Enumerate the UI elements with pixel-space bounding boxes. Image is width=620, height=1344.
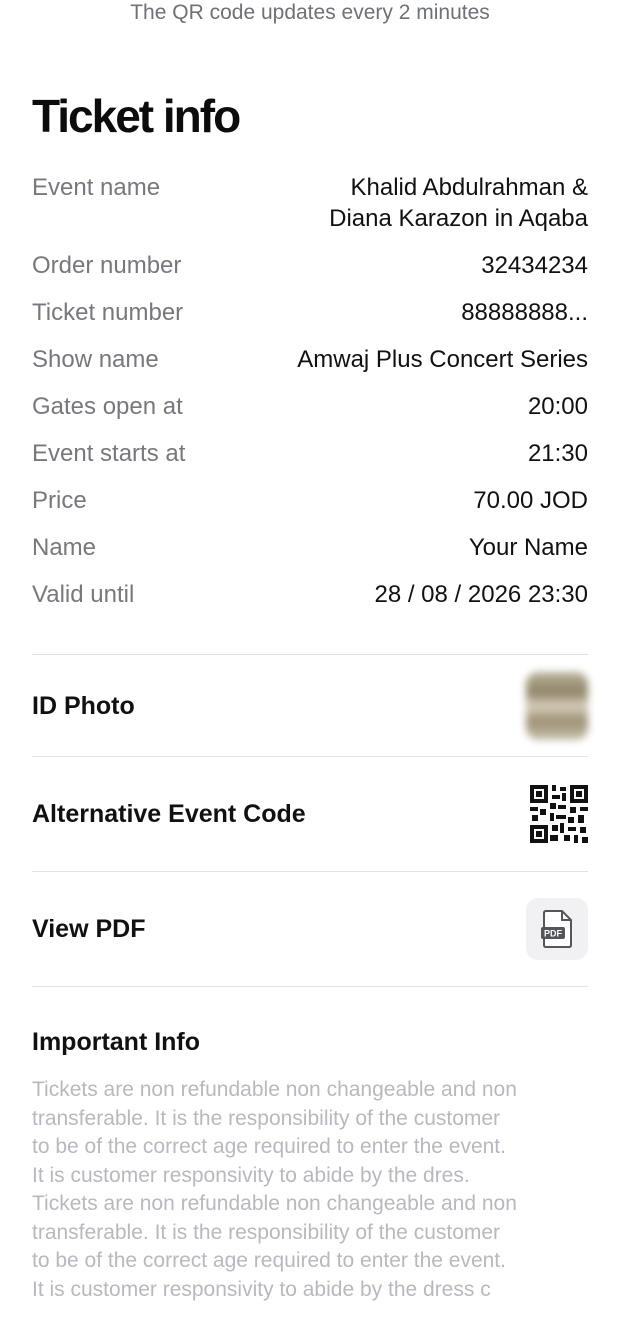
info-row-ticket-number: Ticket number 88888888... [32, 297, 588, 328]
pdf-file-icon: PDF [541, 910, 572, 948]
info-row-show-name: Show name Amwaj Plus Concert Series [32, 344, 588, 375]
ticket-info-title: Ticket info [32, 90, 241, 142]
info-value: Your Name [468, 534, 588, 561]
info-value: Amwaj Plus Concert Series [297, 346, 588, 373]
info-label: Ticket number [32, 299, 184, 326]
info-label: Show name [32, 346, 159, 373]
info-label: Price [32, 487, 87, 514]
info-row-gates-open: Gates open at 20:00 [32, 391, 588, 422]
info-row-order-number: Order number 32434234 [32, 250, 588, 281]
id-photo-thumbnail[interactable] [526, 672, 588, 740]
info-row-name: Name Your Name [32, 532, 588, 563]
ticket-card: The QR code updates every 2 minutes Tick… [0, 0, 620, 1344]
info-value: 21:30 [527, 440, 588, 467]
id-photo-label: ID Photo [32, 691, 135, 720]
divider [32, 654, 588, 655]
qr-update-note: The QR code updates every 2 minutes [130, 1, 490, 24]
important-info-title: Important Info [32, 1028, 201, 1056]
info-row-price: Price 70.00 JOD [32, 485, 588, 516]
info-label: Order number [32, 252, 182, 279]
info-label: Valid until [32, 581, 135, 608]
pdf-icon-text: PDF [544, 929, 563, 939]
info-label: Event name [32, 174, 161, 201]
view-pdf-button[interactable]: PDF [526, 898, 588, 960]
info-row-valid-until: Valid until 28 / 08 / 2026 23:30 [32, 579, 588, 610]
divider [32, 986, 588, 987]
info-value: 32434234 [481, 252, 588, 279]
info-value: 20:00 [527, 393, 588, 420]
info-row-event-name: Event name Khalid Abdulrahman & Diana Ka… [32, 172, 588, 234]
info-value: Khalid Abdulrahman & Diana Karazon in Aq… [329, 174, 588, 232]
info-value: 88888888... [461, 299, 588, 326]
info-label: Event starts at [32, 440, 186, 467]
id-photo-row[interactable]: ID Photo [32, 672, 588, 740]
alternative-event-code-label: Alternative Event Code [32, 799, 306, 828]
info-value: 28 / 08 / 2026 23:30 [374, 581, 588, 608]
divider [32, 871, 588, 872]
important-info-text: Tickets are non refundable non changeabl… [32, 1078, 517, 1301]
info-value: 70.00 JOD [473, 487, 588, 514]
qr-code-icon[interactable] [530, 785, 588, 843]
view-pdf-label: View PDF [32, 914, 146, 943]
view-pdf-row[interactable]: View PDF PDF [32, 898, 588, 960]
alternative-event-code-row[interactable]: Alternative Event Code [32, 785, 588, 843]
info-row-event-starts: Event starts at 21:30 [32, 438, 588, 469]
divider [32, 756, 588, 757]
info-label: Name [32, 534, 97, 561]
info-label: Gates open at [32, 393, 183, 420]
ticket-info-list: Event name Khalid Abdulrahman & Diana Ka… [32, 172, 588, 626]
